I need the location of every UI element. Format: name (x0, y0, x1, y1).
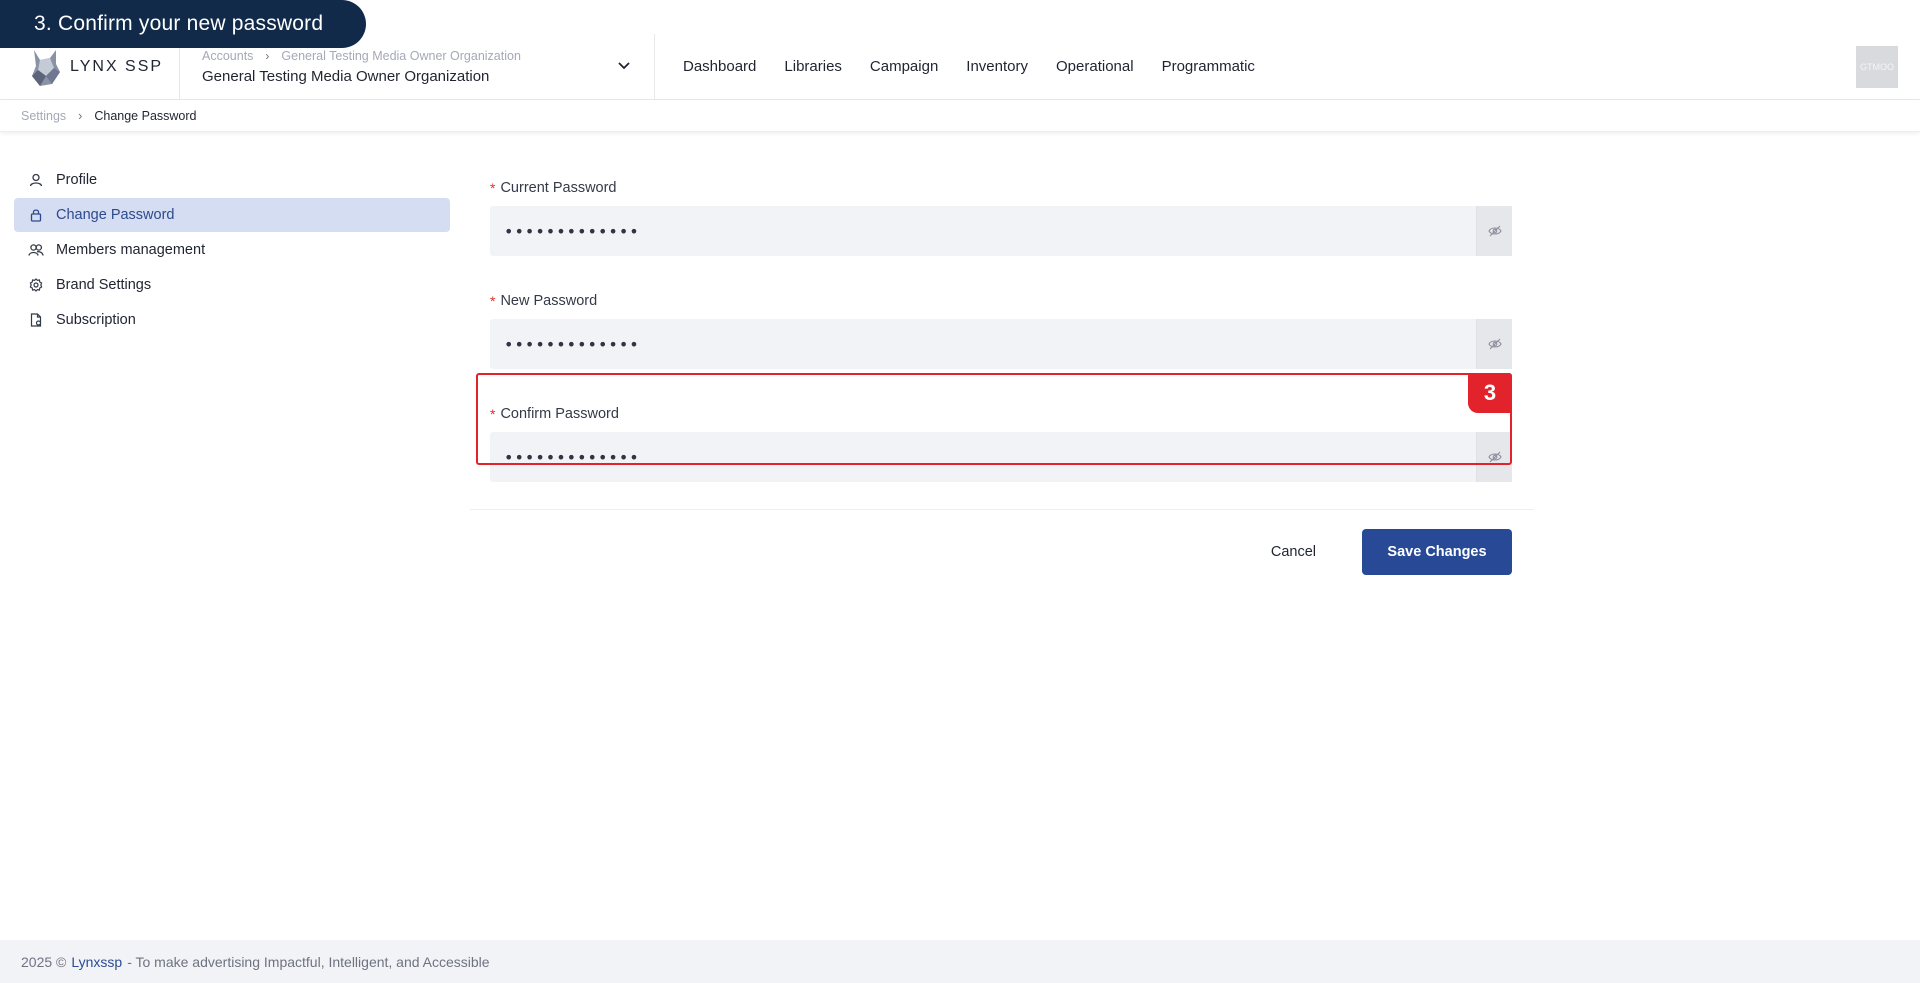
required-mark: * (490, 406, 496, 422)
user-icon (28, 172, 44, 188)
sidebar-item-profile[interactable]: Profile (14, 163, 450, 197)
sidebar-item-label: Subscription (56, 312, 136, 328)
sidebar-item-members-management[interactable]: Members management (14, 233, 450, 267)
new-password-label-text: New Password (500, 293, 598, 309)
breadcrumb-current: Change Password (94, 108, 197, 123)
form-divider (470, 509, 1534, 510)
required-mark: * (490, 180, 496, 196)
document-icon (28, 312, 44, 328)
org-crumb-accounts[interactable]: Accounts (202, 49, 253, 63)
sidebar-item-label: Profile (56, 172, 98, 188)
eye-slash-icon[interactable] (1476, 432, 1512, 482)
logo-text: LYNX SSP (70, 57, 164, 75)
sidebar-item-brand-settings[interactable]: Brand Settings (14, 268, 450, 302)
footer-tagline: - To make advertising Impactful, Intelli… (127, 953, 490, 970)
eye-slash-icon[interactable] (1476, 206, 1512, 256)
users-icon (28, 242, 44, 258)
footer: 2025 © Lynxssp - To make advertising Imp… (0, 940, 1920, 983)
footer-brand-link[interactable]: Lynxssp (71, 954, 122, 970)
chevron-right-icon: › (265, 48, 270, 63)
form-actions: Cancel Save Changes (1251, 529, 1512, 575)
org-name: General Testing Media Owner Organization (202, 67, 490, 85)
confirm-password-input-wrap (490, 432, 1512, 482)
breadcrumb-settings[interactable]: Settings (21, 109, 66, 123)
lock-icon (28, 207, 44, 223)
current-password-field: * Current Password (490, 170, 1512, 256)
sidebar-item-label: Members management (56, 242, 206, 258)
footer-copyright: 2025 © (21, 953, 67, 970)
lynx-logo-icon (32, 49, 60, 86)
sidebar-item-subscription[interactable]: Subscription (14, 303, 450, 337)
nav-programmatic[interactable]: Programmatic (1162, 58, 1255, 75)
change-password-form: * Current Password * New Password * Conf… (490, 170, 1512, 482)
nav-campaign[interactable]: Campaign (870, 58, 938, 75)
required-mark: * (490, 293, 496, 309)
org-crumb-organization[interactable]: General Testing Media Owner Organization (281, 49, 520, 63)
confirm-password-label-text: Confirm Password (500, 406, 619, 422)
current-password-label-text: Current Password (500, 180, 617, 196)
sidebar-item-change-password[interactable]: Change Password (14, 198, 450, 232)
current-password-input-wrap (490, 206, 1512, 256)
sidebar-item-label: Change Password (56, 207, 175, 223)
new-password-input-wrap (490, 319, 1512, 369)
nav-inventory[interactable]: Inventory (966, 58, 1028, 75)
main-nav: Dashboard Libraries Campaign Inventory O… (655, 58, 1255, 75)
confirm-password-input[interactable] (490, 432, 1476, 482)
nav-libraries[interactable]: Libraries (784, 58, 842, 75)
current-password-label: * Current Password (490, 170, 1512, 206)
tutorial-step-label: 3. Confirm your new password (0, 0, 366, 48)
confirm-password-field: * Confirm Password (490, 396, 1512, 482)
confirm-password-label: * Confirm Password (490, 396, 1512, 432)
eye-slash-icon[interactable] (1476, 319, 1512, 369)
avatar[interactable]: GTMOO (1856, 46, 1898, 88)
gear-icon (28, 277, 44, 293)
current-password-input[interactable] (490, 206, 1476, 256)
cancel-button[interactable]: Cancel (1251, 529, 1336, 575)
new-password-field: * New Password (490, 283, 1512, 369)
chevron-down-icon[interactable] (616, 58, 632, 74)
nav-operational[interactable]: Operational (1056, 58, 1134, 75)
save-changes-button[interactable]: Save Changes (1362, 529, 1512, 575)
nav-dashboard[interactable]: Dashboard (683, 58, 756, 75)
sidebar-item-label: Brand Settings (56, 277, 152, 293)
new-password-label: * New Password (490, 283, 1512, 319)
new-password-input[interactable] (490, 319, 1476, 369)
breadcrumb: Settings › Change Password (0, 100, 1920, 132)
chevron-right-icon: › (78, 108, 83, 123)
org-breadcrumb: Accounts › General Testing Media Owner O… (202, 49, 654, 63)
settings-sidebar: Profile Change Password Members manageme… (14, 163, 450, 338)
